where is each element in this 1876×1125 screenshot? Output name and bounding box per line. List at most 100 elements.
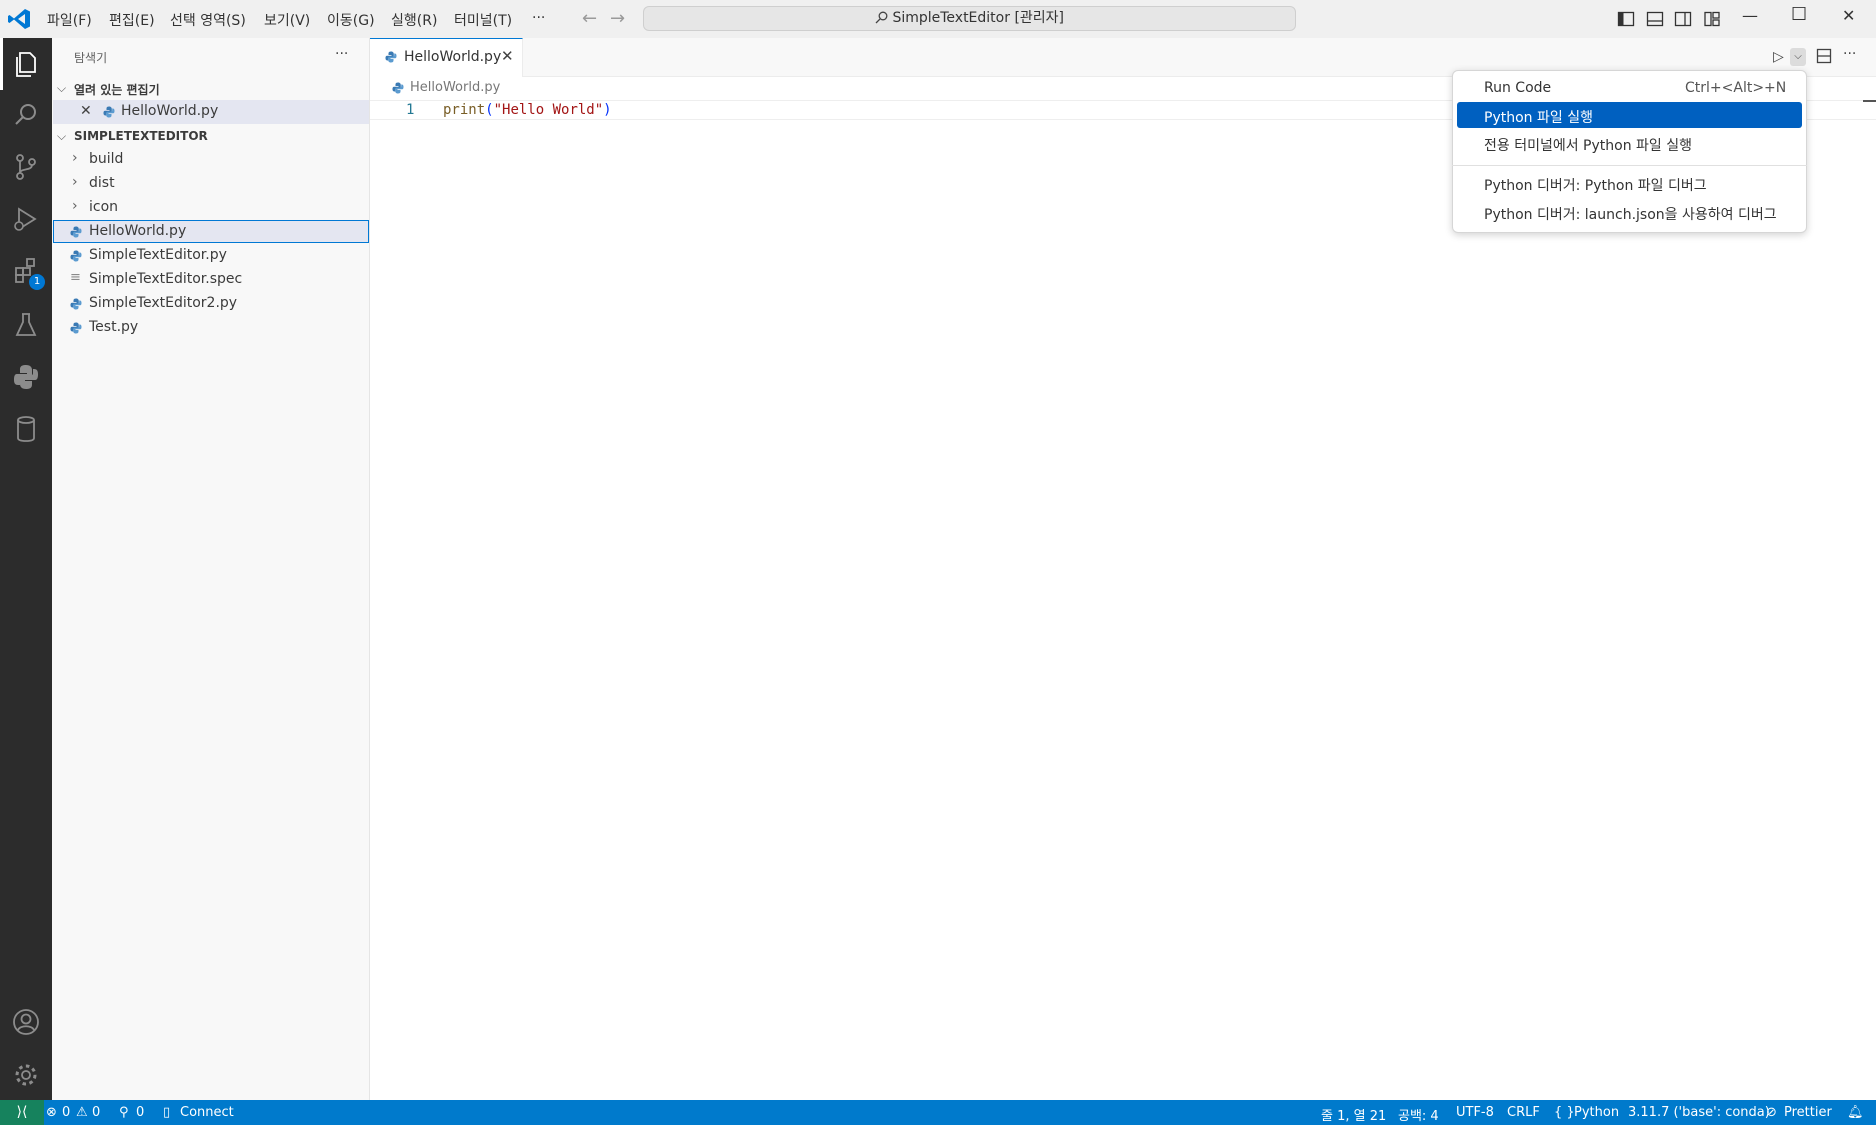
sidebar-more-actions[interactable]: ··· (335, 46, 348, 62)
explorer-icon[interactable] (9, 47, 43, 81)
warning-count[interactable]: 0 (92, 1105, 100, 1120)
menu-item-shortcut: Ctrl+<Alt>+N (1685, 80, 1787, 96)
chevron-down-icon[interactable]: ⌵ (57, 81, 66, 96)
open-editors-header[interactable]: 열려 있는 편집기 (74, 81, 160, 98)
chevron-down-icon[interactable]: ⌵ (57, 129, 66, 144)
end-of-line[interactable]: CRLF (1507, 1105, 1540, 1120)
close-icon[interactable]: ✕ (80, 103, 92, 119)
menu-separator (1452, 165, 1807, 166)
nav-back-icon[interactable]: ← (582, 8, 597, 29)
python-file-icon (103, 106, 115, 118)
run-and-debug-icon[interactable] (9, 202, 43, 236)
file-label: Test.py (89, 319, 139, 335)
source-control-icon[interactable] (9, 150, 43, 184)
account-icon[interactable] (9, 1005, 43, 1039)
folder-label: build (89, 151, 124, 167)
activity-bar (0, 38, 52, 1100)
folder-label: icon (89, 199, 119, 215)
warning-icon[interactable]: ⚠ (76, 1105, 88, 1120)
minimap[interactable] (1863, 100, 1876, 102)
menu-item-run-python-file[interactable]: Python 파일 실행 (1484, 107, 1593, 127)
breadcrumb[interactable]: HelloWorld.py (410, 80, 500, 95)
editor-more-actions[interactable]: ··· (1843, 46, 1856, 62)
menu-item-debug-python-file[interactable]: Python 디버거: Python 파일 디버그 (1484, 175, 1707, 195)
code-function: print (443, 102, 486, 118)
tab-label: HelloWorld.py (404, 49, 502, 65)
vscode-logo-icon (8, 9, 30, 29)
settings-gear-icon[interactable] (9, 1058, 43, 1092)
ports-count[interactable]: 0 (136, 1105, 144, 1120)
menu-file[interactable]: 파일(F) (47, 10, 92, 30)
python-icon[interactable] (9, 360, 43, 394)
encoding[interactable]: UTF-8 (1456, 1105, 1494, 1120)
menu-view[interactable]: 보기(V) (264, 10, 310, 30)
connect-label[interactable]: Connect (180, 1105, 234, 1120)
code-paren-open: ( (485, 102, 494, 118)
python-file-icon (385, 51, 397, 63)
split-editor-icon[interactable] (1816, 48, 1832, 64)
testing-flask-icon[interactable] (9, 308, 43, 342)
open-editor-label: HelloWorld.py (121, 103, 219, 119)
error-icon[interactable]: ⊗ (46, 1105, 57, 1120)
python-file-icon (392, 82, 404, 94)
indentation[interactable]: 공백: 4 (1398, 1105, 1439, 1124)
chevron-right-icon: › (72, 174, 78, 190)
chevron-right-icon: › (72, 150, 78, 166)
run-dropdown-chevron-icon[interactable]: ⌵ (1790, 48, 1806, 66)
search-icon[interactable] (9, 98, 43, 132)
command-center[interactable]: SimpleTextEditor [관리자] (643, 6, 1296, 31)
customize-layout-icon[interactable] (1703, 10, 1721, 28)
menu-go[interactable]: 이동(G) (327, 10, 375, 30)
close-window-button[interactable]: ✕ (1842, 6, 1855, 25)
code-line[interactable]: print("Hello World") (443, 102, 612, 118)
tab-close-icon[interactable]: ✕ (501, 47, 514, 65)
cursor-position[interactable]: 줄 1, 열 21 (1321, 1105, 1386, 1124)
folder-label: dist (89, 175, 115, 191)
remote-indicator-icon[interactable]: ⟩⟨ (0, 1100, 44, 1125)
python-file-icon (70, 226, 82, 238)
project-header[interactable]: SIMPLETEXTEDITOR (74, 129, 208, 143)
ports-icon[interactable]: ⚲ (119, 1105, 129, 1120)
menu-item-debug-launch-json[interactable]: Python 디버거: launch.json을 사용하여 디버그 (1484, 204, 1777, 224)
file-label: HelloWorld.py (89, 223, 187, 239)
language-braces-icon[interactable]: { } (1554, 1105, 1575, 1120)
code-string: "Hello World" (493, 102, 604, 118)
sidebar-title: 탐색기 (74, 51, 108, 65)
prettier-label[interactable]: Prettier (1784, 1105, 1832, 1120)
python-file-icon (70, 250, 82, 262)
language-mode[interactable]: Python (1574, 1105, 1619, 1120)
text-file-icon: ≡ (70, 270, 81, 285)
menu-terminal[interactable]: 터미널(T) (454, 10, 512, 30)
menu-run[interactable]: 실행(R) (391, 10, 437, 30)
search-icon (875, 11, 888, 24)
python-file-icon (70, 322, 82, 334)
menu-item-run-code[interactable]: Run Code (1484, 80, 1551, 96)
menu-more[interactable]: ··· (532, 10, 545, 26)
minimize-button[interactable]: — (1742, 6, 1758, 25)
menu-edit[interactable]: 편집(E) (109, 10, 155, 30)
menu-item-run-in-dedicated-terminal[interactable]: 전용 터미널에서 Python 파일 실행 (1484, 135, 1692, 155)
line-number: 1 (406, 102, 415, 118)
error-count[interactable]: 0 (62, 1105, 70, 1120)
database-icon[interactable] (9, 412, 43, 446)
toggle-secondary-sidebar-icon[interactable] (1674, 10, 1692, 28)
notifications-bell-icon[interactable]: 🔔︎ (1847, 1105, 1864, 1120)
extensions-badge: 1 (29, 274, 45, 290)
file-label: SimpleTextEditor.spec (89, 271, 243, 287)
toggle-primary-sidebar-icon[interactable] (1617, 10, 1635, 28)
active-indicator (0, 38, 3, 90)
connect-icon[interactable]: ▯ (163, 1105, 170, 1120)
nav-forward-icon[interactable]: → (610, 8, 625, 29)
command-center-label: SimpleTextEditor [관리자] (892, 10, 1065, 26)
file-label: SimpleTextEditor.py (89, 247, 227, 263)
file-label: SimpleTextEditor2.py (89, 295, 238, 311)
chevron-right-icon: › (72, 198, 78, 214)
menu-selection[interactable]: 선택 영역(S) (170, 10, 246, 30)
maximize-button[interactable]: ☐ (1791, 4, 1807, 25)
code-paren-close: ) (603, 102, 612, 118)
prettier-icon[interactable]: ⊘ (1766, 1105, 1777, 1120)
toggle-panel-icon[interactable] (1646, 10, 1664, 28)
python-file-icon (70, 298, 82, 310)
run-play-icon[interactable]: ▷ (1773, 49, 1784, 65)
python-interpreter[interactable]: 3.11.7 ('base': conda) (1628, 1105, 1770, 1120)
